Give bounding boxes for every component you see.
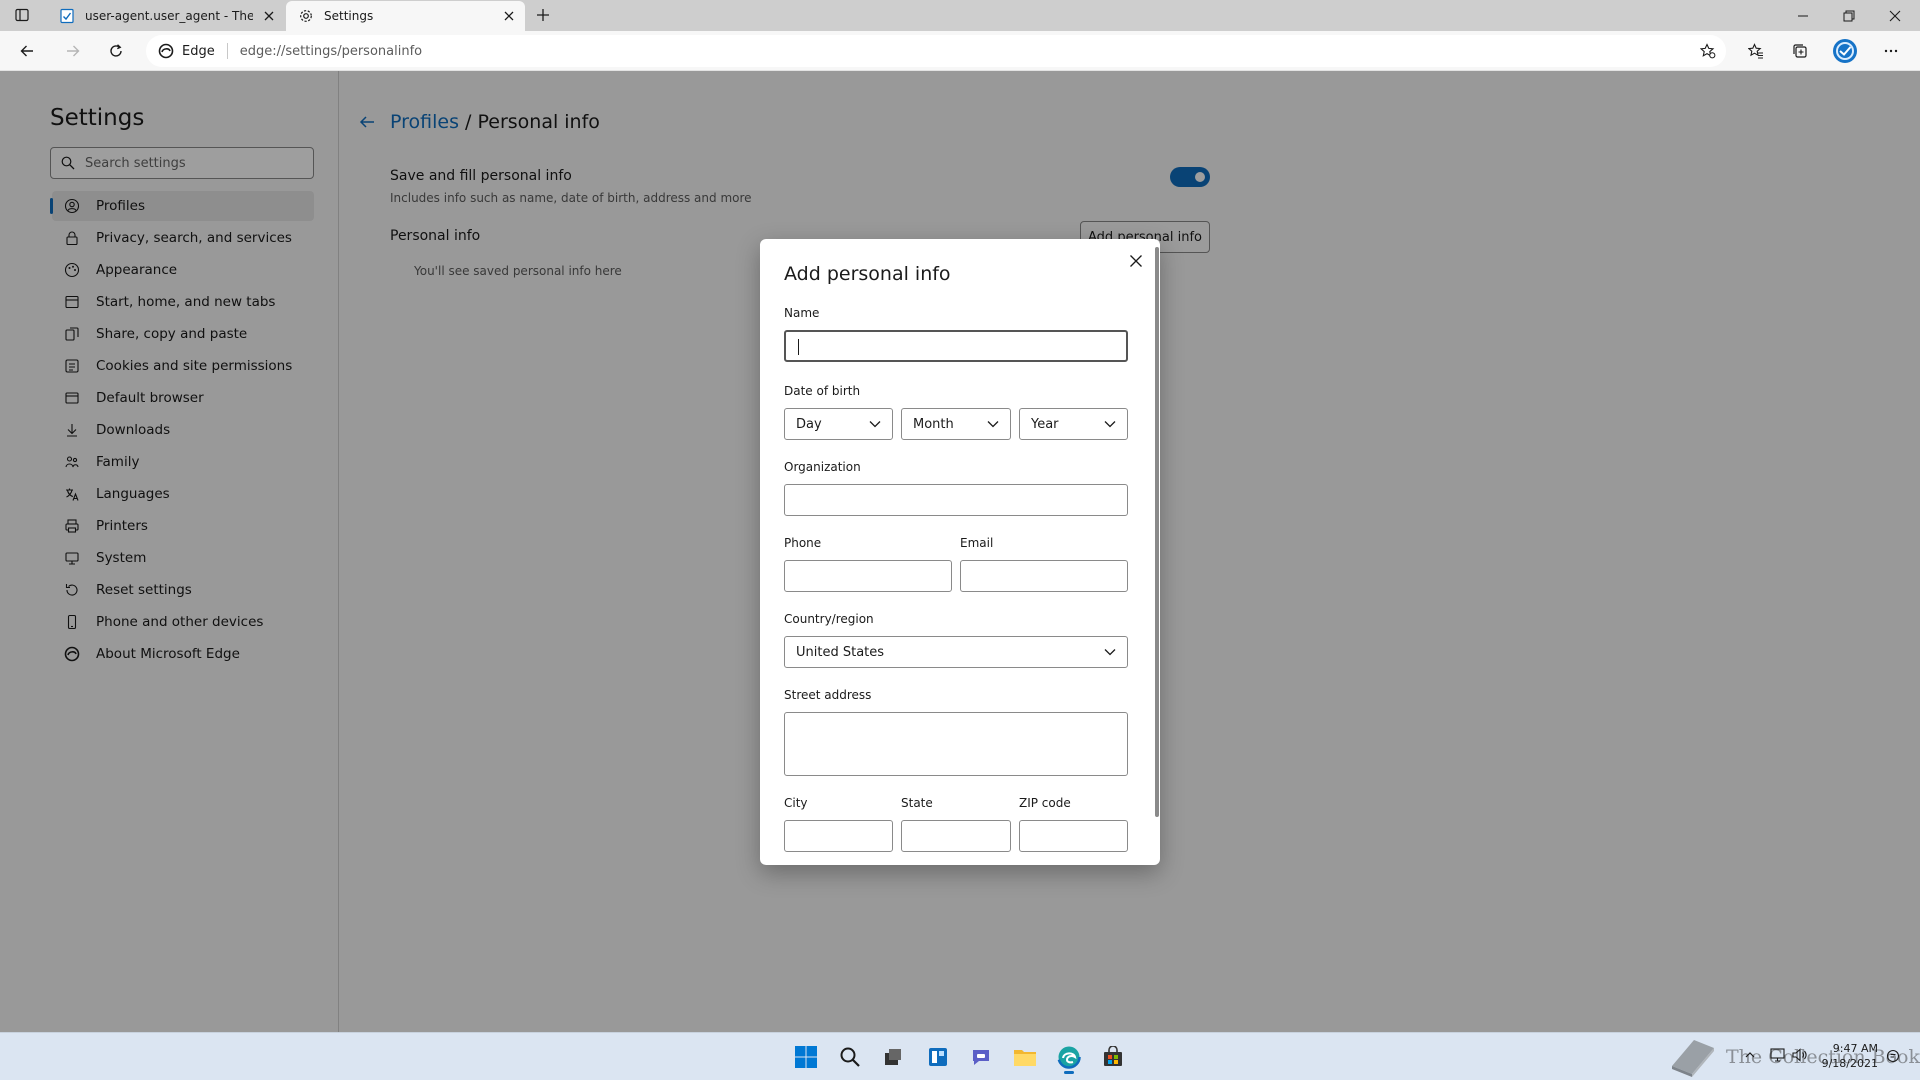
clock-date: 9/18/2021	[1821, 1057, 1878, 1070]
name-input[interactable]	[786, 332, 1126, 360]
month-select[interactable]: Month	[901, 408, 1011, 440]
country-label: Country/region	[784, 612, 874, 626]
dialog-scrollbar[interactable]	[1155, 247, 1159, 817]
document-icon	[59, 8, 75, 24]
close-tab-icon[interactable]	[261, 8, 277, 24]
close-window-icon[interactable]	[1872, 0, 1918, 31]
tray-chevron-icon[interactable]	[1744, 1049, 1756, 1061]
task-view-icon[interactable]	[877, 1041, 909, 1073]
volume-icon[interactable]	[1792, 1048, 1808, 1062]
dob-label: Date of birth	[784, 384, 861, 398]
url-text[interactable]: edge://settings/personalinfo	[240, 44, 422, 59]
tab-user-agent[interactable]: user-agent.user_agent - The Coll	[47, 1, 285, 31]
organization-input[interactable]	[784, 484, 1128, 516]
zip-label: ZIP code	[1019, 796, 1071, 810]
back-icon[interactable]	[13, 37, 41, 65]
minimize-icon[interactable]	[1780, 0, 1826, 31]
tab-actions-icon[interactable]	[14, 7, 30, 23]
email-input[interactable]	[960, 560, 1128, 592]
refresh-icon[interactable]	[102, 37, 130, 65]
clock[interactable]: 9:47 AM 9/18/2021	[1822, 1041, 1878, 1071]
favorites-icon[interactable]	[1742, 37, 1770, 65]
more-options-icon[interactable]	[1877, 37, 1905, 65]
new-tab-icon[interactable]	[535, 7, 551, 23]
tab-settings[interactable]: Settings	[286, 1, 525, 31]
edge-icon	[158, 43, 174, 59]
year-select-value: Year	[1031, 416, 1059, 432]
close-tab-icon[interactable]	[501, 8, 517, 24]
profile-avatar[interactable]	[1831, 37, 1859, 65]
phone-input[interactable]	[784, 560, 952, 592]
site-label: Edge	[182, 43, 215, 59]
state-label: State	[901, 796, 933, 810]
tab-title: Settings	[324, 9, 374, 23]
tab-title: user-agent.user_agent - The Coll	[85, 9, 253, 23]
day-select[interactable]: Day	[784, 408, 893, 440]
city-input[interactable]	[784, 820, 893, 852]
search-icon[interactable]	[834, 1041, 866, 1073]
forward-icon[interactable]	[59, 37, 87, 65]
month-select-value: Month	[913, 416, 954, 432]
taskbar: The Collection Book 9:47 AM 9/18/2021	[0, 1032, 1920, 1080]
name-field[interactable]	[784, 330, 1128, 362]
chat-icon[interactable]	[965, 1041, 997, 1073]
address-separator	[226, 43, 228, 59]
close-dialog-icon[interactable]	[1124, 249, 1148, 273]
country-select[interactable]: United States	[784, 636, 1128, 668]
notification-icon[interactable]	[1886, 1049, 1900, 1063]
site-identity[interactable]: Edge	[146, 43, 215, 59]
add-personal-info-dialog: Add personal info Name Date of birth Day…	[760, 239, 1160, 865]
chevron-down-icon	[986, 417, 1000, 431]
day-select-value: Day	[796, 416, 822, 432]
street-address-label: Street address	[784, 688, 872, 702]
state-input[interactable]	[901, 820, 1011, 852]
browser-toolbar: Edge edge://settings/personalinfo	[0, 31, 1920, 71]
edge-taskbar-icon[interactable]	[1053, 1041, 1085, 1074]
add-favorite-icon[interactable]	[1700, 43, 1716, 59]
chevron-down-icon	[1103, 645, 1117, 659]
gear-icon	[298, 8, 314, 24]
chevron-down-icon	[1103, 417, 1117, 431]
maximize-icon[interactable]	[1826, 0, 1872, 31]
year-select[interactable]: Year	[1019, 408, 1128, 440]
store-icon[interactable]	[1097, 1041, 1129, 1073]
widgets-icon[interactable]	[922, 1041, 954, 1073]
file-explorer-icon[interactable]	[1009, 1041, 1041, 1073]
start-button[interactable]	[790, 1041, 822, 1073]
clock-time: 9:47 AM	[1832, 1042, 1878, 1055]
text-cursor	[798, 339, 799, 355]
email-label: Email	[960, 536, 994, 550]
dialog-title: Add personal info	[784, 263, 951, 285]
name-label: Name	[784, 306, 820, 320]
tab-strip: user-agent.user_agent - The Coll Setting…	[0, 0, 1920, 31]
city-label: City	[784, 796, 808, 810]
country-select-value: United States	[796, 644, 885, 660]
network-icon[interactable]	[1770, 1048, 1786, 1062]
collections-icon[interactable]	[1786, 37, 1814, 65]
organization-label: Organization	[784, 460, 861, 474]
phone-label: Phone	[784, 536, 822, 550]
chevron-down-icon	[868, 417, 882, 431]
address-bar[interactable]: Edge edge://settings/personalinfo	[146, 35, 1726, 67]
zip-input[interactable]	[1019, 820, 1128, 852]
street-address-input[interactable]	[784, 712, 1128, 776]
book-logo-icon	[1668, 1036, 1718, 1078]
